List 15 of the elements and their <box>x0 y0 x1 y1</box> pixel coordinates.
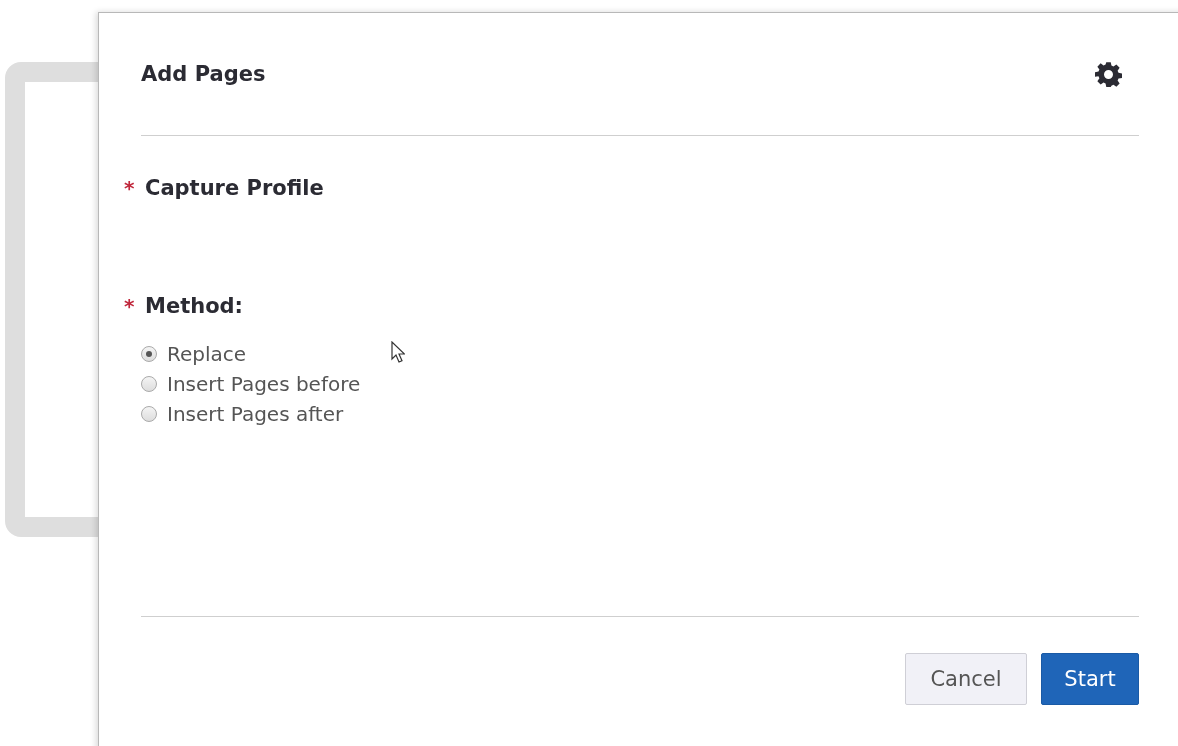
radio-button[interactable] <box>141 406 157 422</box>
radio-label[interactable]: Replace <box>167 342 247 366</box>
radio-label[interactable]: Insert Pages after <box>167 402 344 426</box>
dialog-title: Add Pages <box>141 62 266 86</box>
radio-button[interactable] <box>141 346 157 362</box>
required-mark: * <box>124 294 136 318</box>
required-mark: * <box>124 176 136 200</box>
start-button[interactable]: Start <box>1041 653 1139 705</box>
radio-label[interactable]: Insert Pages before <box>167 372 361 396</box>
radio-button[interactable] <box>141 376 157 392</box>
field-label: Method: <box>145 294 243 318</box>
mouse-pointer-icon <box>391 341 405 363</box>
field-label: Capture Profile <box>145 176 324 200</box>
settings-icon[interactable] <box>1095 60 1122 88</box>
cancel-button[interactable]: Cancel <box>905 653 1027 705</box>
